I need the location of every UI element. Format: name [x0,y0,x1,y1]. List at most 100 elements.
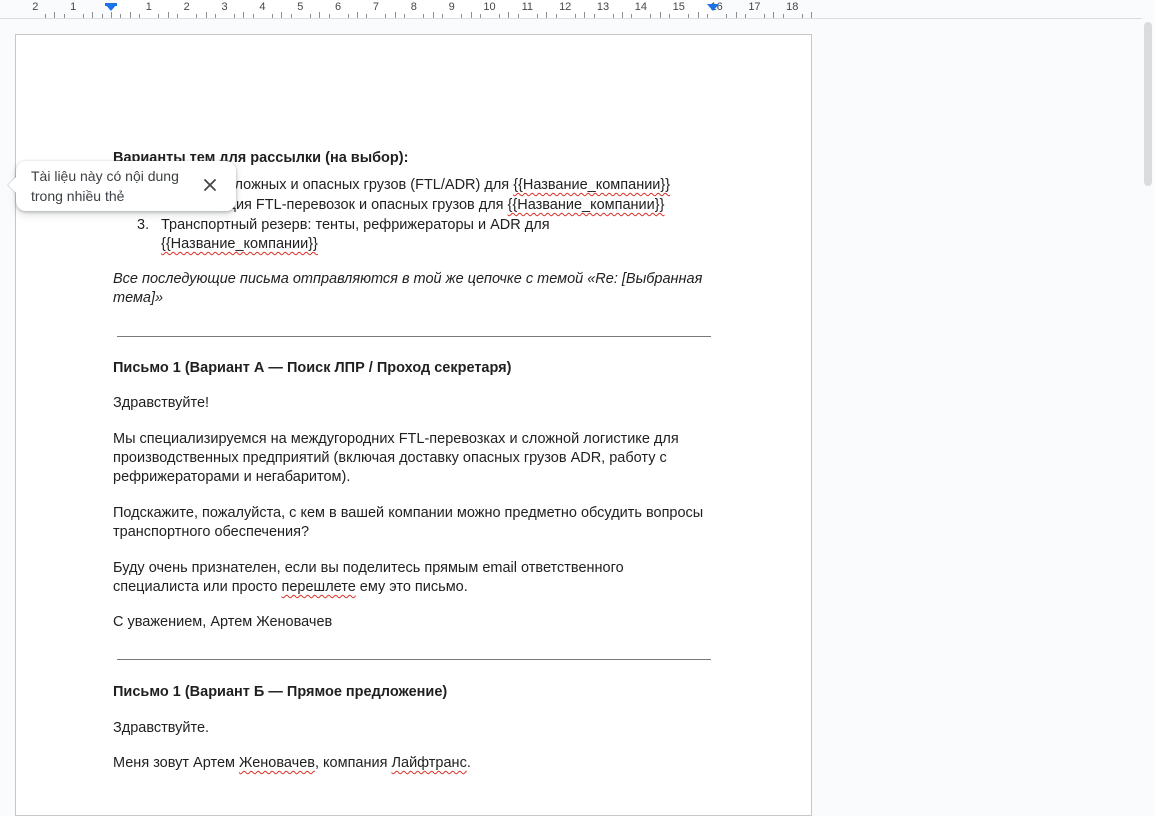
ruler-tick [707,14,709,18]
ruler-tick [480,14,482,18]
ruler-tick [215,14,217,18]
ruler-tick [205,12,207,18]
ruler-tick [357,12,359,18]
ruler-tick [621,12,623,18]
ruler-tick [252,14,254,18]
ruler-tick [129,12,131,18]
letter-b-title: Письмо 1 (Вариант Б — Прямое предложение… [113,684,448,700]
spelling-error-word[interactable]: Женовачев [239,755,315,771]
list-item-text: Транспортный резерв: тенты, рефрижератор… [161,217,550,233]
ruler-tick [63,14,65,18]
text-run: ему это письмо. [355,579,468,595]
ruler-number: 10 [483,1,496,13]
ruler-tick [385,14,387,18]
ruler-number: 2 [183,1,190,13]
ruler-tick [394,12,396,18]
horizontal-rule [117,336,711,337]
ruler-tick [584,12,586,18]
ruler-number: 12 [559,1,572,13]
ruler-number: 14 [634,1,648,13]
ruler-tick [366,14,368,18]
ruler-number: 13 [596,1,610,13]
tabs-notice-tooltip: Tài liệu này có nội dung trong nhiều thẻ [16,161,236,211]
ruler-tick [498,14,500,18]
ruler-tick [177,14,179,18]
letter-a-paragraph-2: Подскажите, пожалуйста, с кем в вашей ко… [113,505,704,540]
ruler-number: 3 [221,1,228,13]
ruler-tick [650,14,652,18]
ruler-tick [688,14,690,18]
ruler-tick [120,14,122,18]
ruler-tick [271,14,273,18]
ruler-number: 11 [521,1,534,13]
list-marker: 3. [137,217,150,233]
ruler-tick [744,14,746,18]
ruler-tick [139,14,141,18]
ruler-tick [546,12,548,18]
ruler-tick [347,14,349,18]
vertical-scrollbar[interactable] [1142,0,1155,790]
spelling-error-word[interactable]: Лайфтранс [392,755,467,771]
ruler-tick [659,12,661,18]
ruler-tick [508,12,510,18]
close-icon[interactable] [202,177,218,193]
letter-a-paragraph-3: Буду очень признателен, если вы поделите… [113,559,713,597]
ruler-tick [432,12,434,18]
ruler-tick [404,14,406,18]
letter-a-greeting: Здравствуйте! [113,395,210,411]
text-run: Меня зовут Артем [113,755,240,771]
ruler-tick [574,14,576,18]
spelling-error-word[interactable]: перешлете [282,579,356,595]
ruler-number: 7 [372,1,379,13]
ruler-number: 6 [335,1,342,13]
ruler-tick [461,14,463,18]
letter-b-greeting: Здравствуйте. [113,720,210,736]
ruler-tick [726,14,728,18]
ruler-tick [470,12,472,18]
ruler-number: 15 [672,1,685,13]
ruler-tick [763,14,765,18]
document-page[interactable]: Варианты тем для рассылки (на выбор): 1.… [15,34,812,816]
ruler-number: 1 [70,1,77,13]
ruler-tick [801,14,803,18]
ruler-number: 18 [786,1,799,13]
tooltip-text: Tài liệu này có nội dung trong nhiều thẻ [31,168,179,204]
thread-note: Все последующие письма отправляются в то… [113,271,703,306]
ruler-tick [167,12,169,18]
left-indent-marker[interactable] [105,4,117,11]
template-token: {{Название_компании}} [161,236,318,252]
ruler-tick [281,12,283,18]
ruler-tick [782,14,784,18]
ruler-tick [697,12,699,18]
ruler-tick [54,12,56,18]
ruler-tick [319,12,321,18]
ruler-tick [101,14,103,18]
ruler-tick [328,14,330,18]
ruler-tick [44,14,46,18]
ruler-tick [111,12,112,18]
ruler-tick [612,14,614,18]
scrollbar-thumb[interactable] [1144,22,1152,186]
ruler-tick [735,12,737,18]
ruler-tick [593,14,595,18]
text-run: . [466,755,471,771]
ruler-tick [811,12,813,18]
ruler-tick [536,14,538,18]
ruler-tick [517,14,519,18]
ruler-tick [773,12,775,18]
ruler-number: 5 [297,1,304,13]
ruler-tick [158,14,160,18]
ruler-tick [92,12,94,18]
horizontal-ruler[interactable]: 2 1 1 2 3 4 5 6 7 8 9 10 11 12 13 14 15 16 17 18 [0,0,1142,19]
ruler-number: 1 [145,1,152,13]
ruler-tick [631,14,633,18]
document-body[interactable]: Варианты тем для рассылки (на выбор): 1.… [113,147,713,773]
ruler-tick [669,14,671,18]
ruler-tick [243,12,245,18]
ruler-tick [555,14,557,18]
ruler-tick [82,14,84,18]
ruler-tick [234,14,235,18]
letter-a-paragraph-1: Мы специализируемся на междугородних FTL… [113,431,679,485]
letter-b-intro: Меня зовут Артем Женовачев, компания Лай… [113,754,713,773]
right-indent-marker[interactable] [707,4,719,11]
